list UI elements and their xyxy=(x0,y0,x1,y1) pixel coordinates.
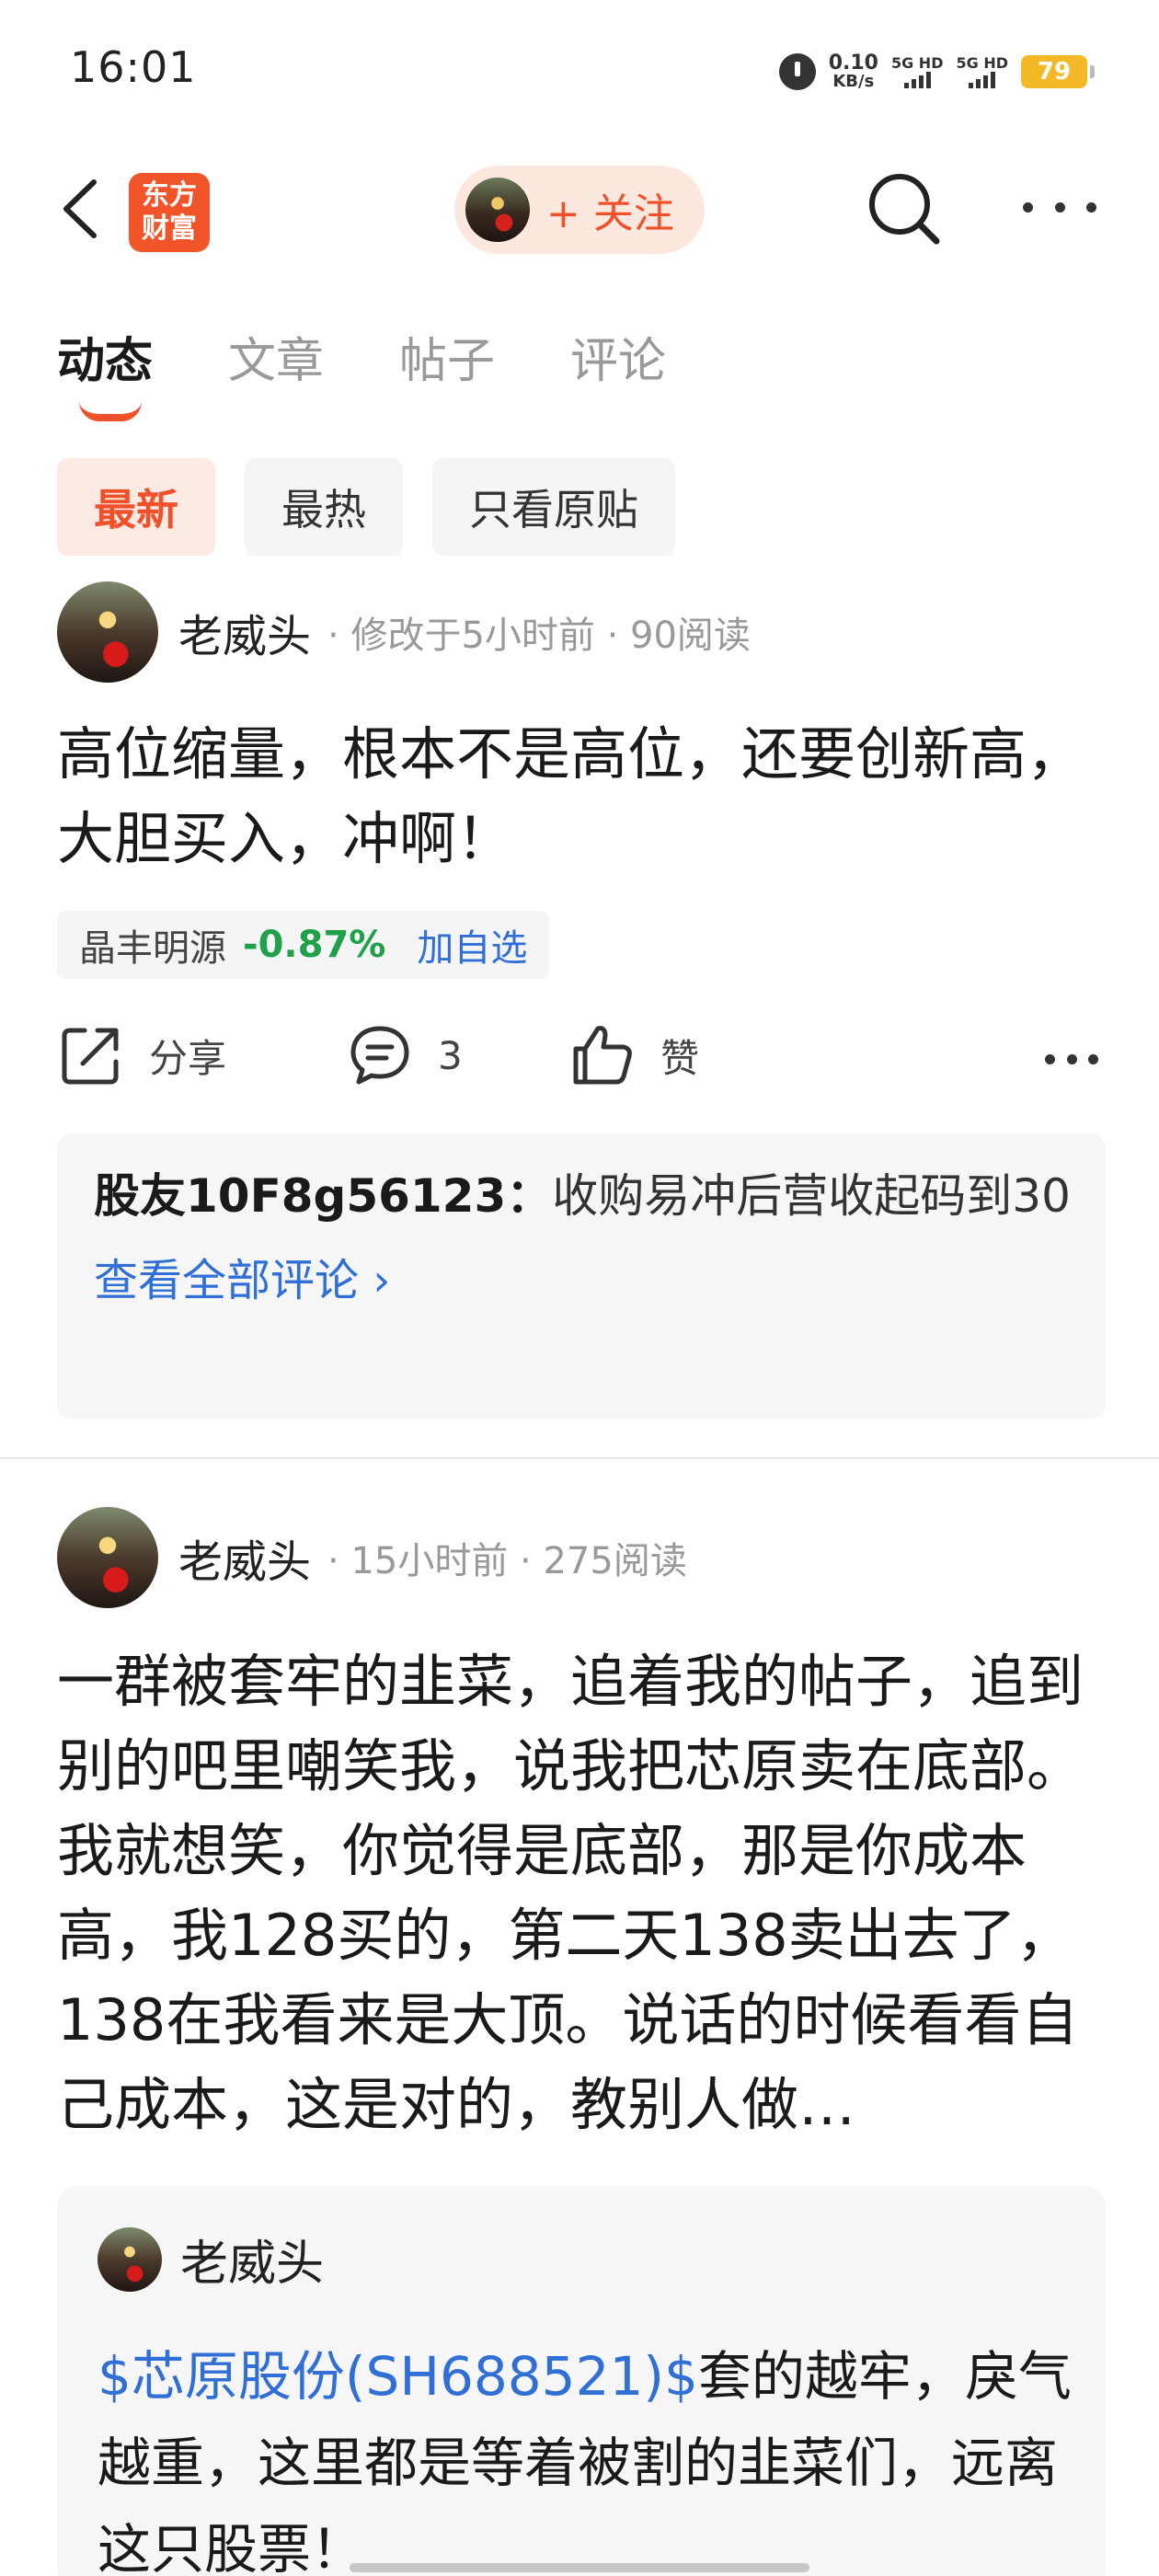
filter-original-only[interactable]: 只看原贴 xyxy=(432,458,675,556)
avatar[interactable] xyxy=(57,1507,158,1608)
network-speed: 0.10 KB/s xyxy=(829,53,878,90)
network-speed-unit: KB/s xyxy=(832,72,875,91)
author-avatar xyxy=(465,178,530,242)
home-indicator[interactable] xyxy=(350,2563,809,2572)
status-icons: 0.10 KB/s 5G HD 5G HD 79 xyxy=(778,46,1095,98)
profile-tabs: 动态 文章 帖子 评论 xyxy=(57,322,666,421)
tab-articles[interactable]: 文章 xyxy=(228,322,324,396)
app-logo[interactable]: 东方 财富 xyxy=(129,173,210,252)
signal-label-1: 5G HD xyxy=(890,54,944,73)
quoted-post-body: $芯原股份(SH688521)$套的越牢，戾气越重，这里都是等着被割的韭菜们，远… xyxy=(98,2333,1073,2576)
share-icon xyxy=(62,1028,119,1085)
tab-comments[interactable]: 评论 xyxy=(570,322,666,396)
like-button[interactable]: 赞 xyxy=(568,1021,699,1089)
thumbs-up-icon xyxy=(573,1026,632,1085)
follow-button[interactable]: + 关注 xyxy=(454,166,705,254)
top-nav: 东方 财富 + 关注 xyxy=(0,156,1159,258)
comment-icon xyxy=(350,1026,409,1085)
stock-link[interactable]: $芯原股份(SH688521)$ xyxy=(98,2345,698,2408)
avatar[interactable] xyxy=(98,2226,162,2292)
comment-count: 3 xyxy=(438,1032,463,1078)
post-meta: · 修改于5小时前 · 90阅读 xyxy=(327,615,751,657)
more-options-icon[interactable] xyxy=(1023,193,1096,221)
stock-name: 晶丰明源 xyxy=(79,927,226,970)
quoted-post-header: 老威头 xyxy=(98,2225,324,2294)
status-bar: 16:01 0.10 KB/s 5G HD 5G HD 79 xyxy=(0,0,1159,138)
follow-label: + 关注 xyxy=(546,190,674,237)
comment-user[interactable]: 股友10F8g56123： xyxy=(94,1169,552,1223)
stock-tag[interactable]: 晶丰明源 -0.87% 加自选 xyxy=(57,911,550,979)
comment-preview[interactable]: 股友10F8g56123：收购易冲后营收起码到30亿.营收30亿的半导体芯片公司… xyxy=(57,1133,1106,1419)
signal-icon-1: 5G HD xyxy=(890,54,944,88)
add-watchlist-button[interactable]: 加自选 xyxy=(417,918,527,972)
filter-latest[interactable]: 最新 xyxy=(57,458,215,556)
tab-posts[interactable]: 帖子 xyxy=(399,322,495,396)
tab-dynamics[interactable]: 动态 xyxy=(57,322,153,421)
logo-line-2: 财富 xyxy=(142,213,197,245)
post-more-icon[interactable] xyxy=(1045,1054,1098,1064)
battery-icon: 79 xyxy=(1021,55,1095,88)
divider xyxy=(0,1457,1159,1459)
like-label: 赞 xyxy=(660,1035,700,1081)
post-header: 老威头 · 15小时前 · 275阅读 xyxy=(57,1507,687,1608)
share-button[interactable]: 分享 xyxy=(57,1021,226,1089)
quoted-post[interactable]: 老威头 $芯原股份(SH688521)$套的越牢，戾气越重，这里都是等着被割的韭… xyxy=(57,2186,1106,2576)
post-body[interactable]: 一群被套牢的韭菜，追着我的帖子，追到别的吧里嘲笑我，说我把芯原卖在底部。我就想笑… xyxy=(57,1639,1102,2147)
post-body[interactable]: 高位缩量，根本不是高位，还要创新高，大胆买入，冲啊！ xyxy=(57,712,1102,881)
comment-text: 收购易冲后营收起码到30亿.营收30亿的半导体芯片公司市值最 ... xyxy=(552,1169,1069,1223)
post-actions: 分享 3 赞 xyxy=(57,1021,1102,1098)
comment-text-line: 股友10F8g56123：收购易冲后营收起码到30亿.营收30亿的半导体芯片公司… xyxy=(94,1161,1069,1231)
quoted-author[interactable]: 老威头 xyxy=(180,2225,324,2294)
post-header: 老威头 · 修改于5小时前 · 90阅读 xyxy=(57,581,751,683)
avatar[interactable] xyxy=(57,581,158,683)
back-arrow-icon[interactable] xyxy=(57,177,112,241)
post-meta: · 15小时前 · 275阅读 xyxy=(327,1540,687,1582)
signal-icon-2: 5G HD xyxy=(956,55,1008,88)
post-author[interactable]: 老威头 xyxy=(178,600,311,664)
share-label: 分享 xyxy=(149,1035,227,1081)
logo-line-1: 东方 xyxy=(142,179,197,212)
comment-button[interactable]: 3 xyxy=(346,1021,463,1089)
filter-hottest[interactable]: 最热 xyxy=(245,458,403,556)
view-all-comments-link[interactable]: 查看全部评论 › xyxy=(94,1244,1069,1308)
filter-bar: 最新 最热 只看原贴 xyxy=(57,458,675,556)
search-icon[interactable] xyxy=(863,167,946,250)
stock-change: -0.87% xyxy=(243,924,386,966)
alarm-icon xyxy=(778,53,816,90)
network-speed-value: 0.10 xyxy=(828,52,878,75)
post-author[interactable]: 老威头 xyxy=(178,1525,311,1590)
status-time: 16:01 xyxy=(70,42,197,92)
signal-label-2: 5G HD xyxy=(956,54,1008,73)
